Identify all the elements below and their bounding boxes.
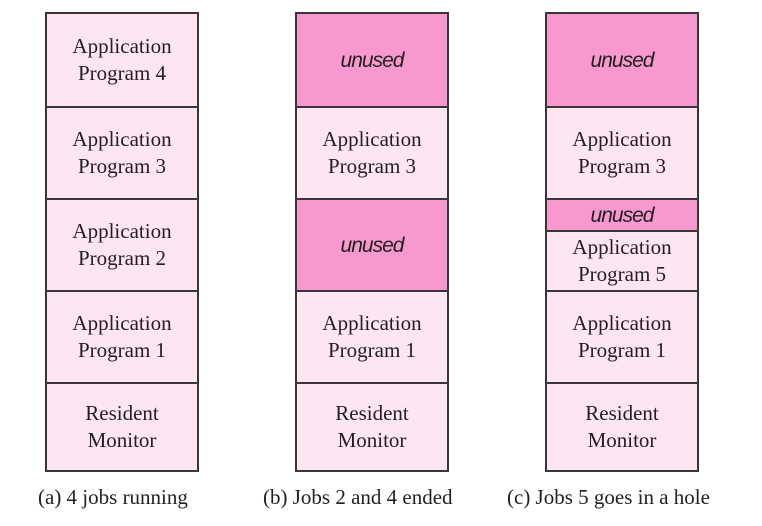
segment-label: Application Program 3 — [72, 127, 172, 178]
segment-label: Application Program 1 — [322, 311, 422, 362]
segment-label: Resident Monitor — [585, 401, 659, 452]
memory-column-b: unused Application Program 3 unused Appl… — [295, 12, 449, 472]
memory-column-a: Application Program 4 Application Progra… — [45, 12, 199, 472]
segment-label: unused — [590, 203, 655, 227]
segment-label: Application Program 5 — [572, 235, 672, 286]
segment-label: Application Program 2 — [72, 219, 172, 270]
segment-application-program-2: Application Program 2 — [47, 198, 197, 290]
segment-application-program-3: Application Program 3 — [47, 106, 197, 198]
segment-label: unused — [590, 48, 655, 72]
caption-b: (b) Jobs 2 and 4 ended — [263, 485, 453, 509]
segment-resident-monitor: Resident Monitor — [547, 382, 697, 470]
segment-unused-hole: unused — [547, 198, 697, 230]
segment-unused: unused — [547, 14, 697, 106]
segment-application-program-1: Application Program 1 — [47, 290, 197, 382]
memory-column-c: unused Application Program 3 unused Appl… — [545, 12, 699, 472]
segment-label: unused — [340, 233, 405, 257]
segment-label: unused — [340, 48, 405, 72]
segment-resident-monitor: Resident Monitor — [47, 382, 197, 470]
segment-application-program-3: Application Program 3 — [547, 106, 697, 198]
segment-label: Application Program 1 — [572, 311, 672, 362]
segment-application-program-4: Application Program 4 — [47, 14, 197, 106]
segment-label: Application Program 4 — [72, 34, 172, 85]
segment-application-program-1: Application Program 1 — [547, 290, 697, 382]
segment-unused: unused — [297, 198, 447, 290]
caption-c: (c) Jobs 5 goes in a hole — [507, 485, 710, 509]
caption-a: (a) 4 jobs running — [38, 485, 188, 509]
segment-label: Application Program 3 — [322, 127, 422, 178]
segment-resident-monitor: Resident Monitor — [297, 382, 447, 470]
segment-label: Resident Monitor — [85, 401, 159, 452]
segment-application-program-3: Application Program 3 — [297, 106, 447, 198]
segment-unused: unused — [297, 14, 447, 106]
segment-application-program-1: Application Program 1 — [297, 290, 447, 382]
segment-label: Application Program 1 — [72, 311, 172, 362]
segment-application-program-5: Application Program 5 — [547, 230, 697, 290]
segment-label: Application Program 3 — [572, 127, 672, 178]
segment-label: Resident Monitor — [335, 401, 409, 452]
